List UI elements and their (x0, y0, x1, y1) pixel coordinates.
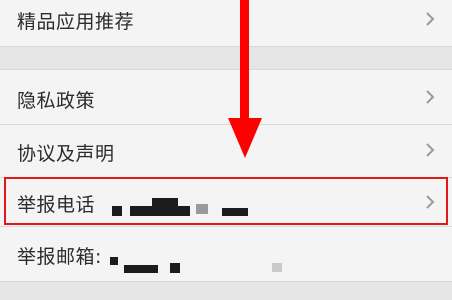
redacted-email (110, 257, 118, 265)
menu-item-label: 隐私政策 (17, 90, 96, 112)
chevron-right-icon (426, 143, 435, 157)
redacted-email (124, 265, 158, 273)
section-gap (0, 282, 452, 300)
menu-item-label: 协议及声明 (17, 143, 115, 165)
menu-item-label: 举报邮箱: (17, 246, 102, 268)
chevron-right-icon (426, 12, 435, 26)
red-arrow-down-icon (228, 0, 262, 158)
chevron-right-icon (426, 90, 435, 104)
menu-item-label: 精品应用推荐 (17, 11, 135, 33)
redacted-email (170, 263, 180, 273)
redacted-email (272, 263, 282, 272)
settings-screen: 精品应用推荐 隐私政策 协议及声明 举报电话 举报邮箱: (0, 0, 452, 300)
highlight-box (4, 177, 448, 225)
menu-item-report-email: 举报邮箱: (0, 227, 452, 281)
